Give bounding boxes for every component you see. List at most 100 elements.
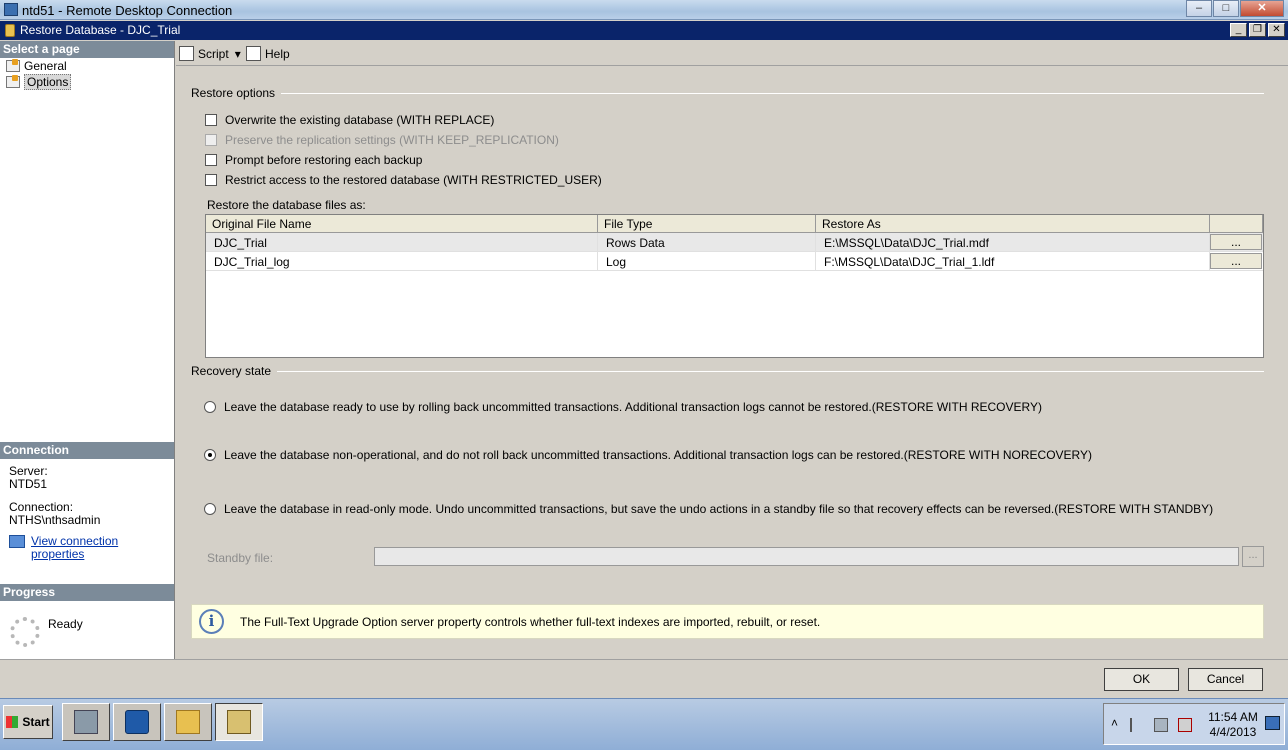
network-icon[interactable] — [1154, 718, 1168, 732]
taskbar: Start ˄ 11:54 AM 4/4/2013 — [0, 698, 1288, 750]
table-row[interactable]: DJC_Trial Rows Data E:\MSSQL\Data\DJC_Tr… — [206, 233, 1263, 252]
restore-options-group: Restore options — [191, 86, 1264, 100]
overwrite-checkbox[interactable]: Overwrite the existing database (WITH RE… — [205, 113, 494, 127]
recovery-option-norecovery[interactable]: Leave the database non-operational, and … — [204, 448, 1092, 462]
info-icon: i — [199, 609, 224, 634]
dialog-title: Restore Database - DJC_Trial — [20, 23, 181, 37]
volume-muted-icon[interactable] — [1178, 718, 1192, 732]
recovery-option-recovery[interactable]: Leave the database ready to use by rolli… — [204, 400, 1042, 414]
restore-options-header: Restore options — [191, 86, 276, 100]
dialog-footer: OK Cancel — [0, 659, 1288, 697]
cancel-button[interactable]: Cancel — [1188, 668, 1263, 691]
start-button[interactable]: Start — [3, 705, 53, 739]
rdp-maximize-button[interactable]: □ — [1213, 0, 1239, 17]
checkbox-box[interactable] — [205, 174, 217, 186]
grid-header: Original File Name File Type Restore As — [206, 215, 1263, 233]
select-page-header: Select a page — [0, 41, 174, 58]
page-icon — [6, 75, 20, 88]
restore-files-label: Restore the database files as: — [207, 198, 366, 212]
show-hidden-icons-button[interactable]: ˄ — [1111, 716, 1118, 730]
clock-time: 11:54 AM — [1208, 710, 1258, 724]
table-row[interactable]: DJC_Trial_log Log F:\MSSQL\Data\DJC_Tria… — [206, 252, 1263, 271]
standby-file-input[interactable] — [374, 547, 1239, 566]
show-desktop-button[interactable] — [1265, 716, 1280, 730]
system-tray: ˄ 11:54 AM 4/4/2013 — [1103, 703, 1285, 745]
rdp-minimize-button[interactable]: – — [1186, 0, 1212, 17]
folder-icon — [176, 710, 200, 734]
toolbar: Script ▾ Help — [176, 41, 1288, 66]
options-panel: Restore options Overwrite the existing d… — [176, 67, 1288, 659]
restrict-access-checkbox[interactable]: Restrict access to the restored database… — [205, 173, 602, 187]
restore-as-cell[interactable]: F:\MSSQL\Data\DJC_Trial_1.ldf — [816, 252, 1210, 270]
server-value: NTD51 — [9, 477, 48, 491]
rdp-close-button[interactable]: ✕ — [1240, 0, 1284, 17]
clock[interactable]: 11:54 AM 4/4/2013 — [1204, 710, 1262, 740]
info-text: The Full-Text Upgrade Option server prop… — [240, 614, 821, 629]
view-connection-properties-link[interactable]: View connection properties — [9, 534, 165, 561]
progress-header: Progress — [0, 584, 174, 601]
original-file-name-cell[interactable]: DJC_Trial_log — [206, 252, 598, 270]
checkbox-box[interactable] — [205, 114, 217, 126]
progress-status: Ready — [48, 617, 83, 631]
script-icon — [179, 46, 194, 61]
taskbar-server-manager[interactable] — [62, 703, 110, 741]
file-type-cell[interactable]: Rows Data — [598, 233, 816, 251]
browse-button[interactable]: ... — [1210, 253, 1262, 269]
standby-browse-button[interactable]: ... — [1242, 546, 1264, 567]
dialog-minimize-button[interactable]: _ — [1230, 23, 1247, 37]
standby-file-label: Standby file: — [207, 551, 274, 565]
page-item-general[interactable]: General — [0, 58, 174, 74]
dialog-title-bar: Restore Database - DJC_Trial _ ❐ ✕ — [0, 21, 1288, 40]
recovery-state-group: Recovery state — [191, 364, 1264, 378]
clock-date: 4/4/2013 — [1209, 725, 1257, 739]
taskbar-ssms[interactable] — [215, 703, 263, 741]
prompt-before-restore-checkbox[interactable]: Prompt before restoring each backup — [205, 153, 422, 167]
dialog-close-button[interactable]: ✕ — [1268, 23, 1285, 37]
connection-value: NTHS\nthsadmin — [9, 513, 101, 527]
ok-button[interactable]: OK — [1104, 668, 1179, 691]
connection-section: Connection Server: NTD51 Connection: NTH… — [0, 442, 174, 567]
column-browse — [1210, 215, 1263, 232]
progress-spinner-icon — [10, 617, 40, 647]
taskbar-powershell[interactable] — [113, 703, 161, 741]
column-original-file-name[interactable]: Original File Name — [206, 215, 598, 232]
info-banner: i The Full-Text Upgrade Option server pr… — [191, 604, 1264, 639]
windows-logo-icon — [6, 716, 19, 728]
radio-button[interactable] — [204, 503, 216, 515]
powershell-icon — [125, 710, 149, 734]
page-item-label: Options — [24, 74, 72, 90]
view-connection-properties-label: View connection properties — [31, 534, 119, 561]
script-button[interactable]: Script ▾ — [179, 46, 241, 61]
column-restore-as[interactable]: Restore As — [816, 215, 1210, 232]
radio-button[interactable] — [204, 401, 216, 413]
page-item-options[interactable]: Options — [0, 74, 174, 90]
flag-icon[interactable] — [1130, 718, 1144, 732]
restore-as-cell[interactable]: E:\MSSQL\Data\DJC_Trial.mdf — [816, 233, 1210, 251]
preserve-replication-checkbox[interactable]: Preserve the replication settings (WITH … — [205, 133, 559, 147]
taskbar-explorer[interactable] — [164, 703, 212, 741]
left-pane: Select a page General Options Connection… — [0, 41, 175, 659]
ssms-icon — [227, 710, 251, 734]
page-item-label: General — [24, 59, 67, 73]
remote-desktop-icon — [4, 3, 18, 16]
restore-files-grid: Original File Name File Type Restore As … — [205, 214, 1264, 358]
progress-section: Progress Ready — [0, 584, 174, 656]
original-file-name-cell[interactable]: DJC_Trial — [206, 233, 598, 251]
help-icon — [246, 46, 261, 61]
recovery-option-standby[interactable]: Leave the database in read-only mode. Un… — [204, 502, 1213, 516]
chevron-down-icon[interactable]: ▾ — [235, 47, 241, 61]
page-icon — [6, 59, 20, 72]
checkbox-box[interactable] — [205, 154, 217, 166]
rdp-title-bar: ntd51 - Remote Desktop Connection – □ ✕ — [0, 0, 1288, 20]
dialog-maximize-button[interactable]: ❐ — [1249, 23, 1266, 37]
checkbox-box[interactable] — [205, 134, 217, 146]
connection-header: Connection — [0, 442, 174, 459]
browse-button[interactable]: ... — [1210, 234, 1262, 250]
file-type-cell[interactable]: Log — [598, 252, 816, 270]
recovery-state-header: Recovery state — [191, 364, 272, 378]
help-button[interactable]: Help — [246, 46, 290, 61]
database-icon — [5, 24, 15, 37]
column-file-type[interactable]: File Type — [598, 215, 816, 232]
radio-button[interactable] — [204, 449, 216, 461]
rdp-window-title: ntd51 - Remote Desktop Connection — [22, 3, 233, 18]
